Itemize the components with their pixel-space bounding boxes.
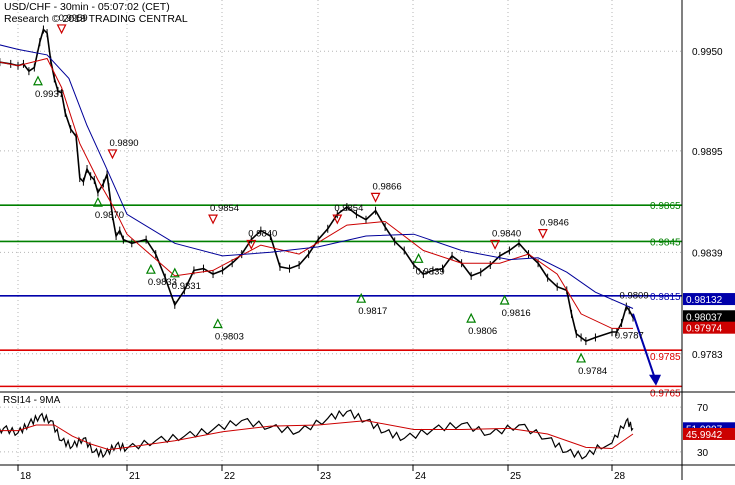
pivot-label: 0.9839 xyxy=(416,266,445,277)
pivot-label: 0.9846 xyxy=(540,218,569,229)
low-marker xyxy=(413,252,424,263)
low-marker xyxy=(499,294,510,305)
high-marker xyxy=(56,24,67,35)
level-label: 0.9845 xyxy=(650,237,681,248)
high-marker xyxy=(370,192,381,203)
pivot-label: 0.9803 xyxy=(215,332,244,343)
pivot-label: 0.9854 xyxy=(210,203,239,214)
level-label: 0.9815 xyxy=(650,292,681,303)
low-marker xyxy=(145,263,156,274)
chart-title: USD/CHF - 30min - 05:07:02 (CET) xyxy=(4,1,170,13)
x-tick-label: 21 xyxy=(129,471,141,480)
pivot-label: 0.9784 xyxy=(578,366,607,377)
level-label: 0.9865 xyxy=(650,201,681,212)
low-marker xyxy=(33,75,43,86)
pivot-label: 0.9937 xyxy=(35,89,64,100)
pivot-label: 0.9870 xyxy=(95,210,124,221)
y-tick-label: 0.9895 xyxy=(692,147,723,158)
price-panel: 0.98650.98450.98150.97850.97650.99370.99… xyxy=(0,0,682,465)
pivot-label: 0.9854 xyxy=(334,203,363,214)
pivot-label: 0.9866 xyxy=(373,181,402,192)
pivot-label: 0.9840 xyxy=(492,229,521,240)
forecast-arrow-head xyxy=(649,374,662,386)
x-tick-label: 23 xyxy=(320,471,332,480)
rsi-ma-line xyxy=(0,420,634,451)
ema-fast-line xyxy=(0,57,633,329)
value-tag-label: 0.97974 xyxy=(686,324,723,335)
pivot-label: 0.9831 xyxy=(172,281,201,292)
level-label: 0.9765 xyxy=(650,388,681,399)
level-label: 0.9785 xyxy=(650,352,681,363)
high-marker xyxy=(208,214,219,225)
copyright-notice: Research © 2018 TRADING CENTRAL xyxy=(4,13,188,25)
low-marker xyxy=(576,352,587,363)
rsi-value-tag-label: 45.9942 xyxy=(686,430,723,441)
price-line xyxy=(0,27,634,343)
pivot-label: 0.9840 xyxy=(248,229,277,240)
pivot-label: 0.9809 xyxy=(620,291,649,302)
x-tick-label: 18 xyxy=(20,471,32,480)
rsi-title: RSI14 - 9MA xyxy=(3,395,61,406)
axes: 0.99500.98950.98390.978318 21 22 23 24 25 280.… xyxy=(0,0,735,482)
value-tag-label: 0.98037 xyxy=(686,312,723,323)
rsi-tick-label: 70 xyxy=(697,403,709,414)
chart-header: USD/CHF - 30min - 05:07:02 (CET) Researc… xyxy=(4,1,188,25)
forecast-arrow-shaft xyxy=(632,313,656,380)
pivot-label: 0.9787 xyxy=(615,331,644,342)
y-tick-label: 0.9783 xyxy=(692,350,723,361)
y-tick-label: 0.9950 xyxy=(692,47,723,58)
pivot-label: 0.9817 xyxy=(358,306,387,317)
pivot-label: 0.9806 xyxy=(468,326,497,337)
x-tick-label: 22 xyxy=(224,471,236,480)
x-tick-label: 24 xyxy=(415,471,427,480)
low-marker xyxy=(466,312,477,323)
low-marker xyxy=(212,318,223,329)
value-tag-label: 0.98132 xyxy=(686,295,723,306)
x-tick-label: 25 xyxy=(510,471,522,480)
high-marker xyxy=(537,229,548,239)
pivot-label: 0.9890 xyxy=(109,138,138,149)
forex-chart: 0.9865 0.9845 0.9815 0.9785 0.9765 0.9937 0.99… xyxy=(0,0,735,482)
pivot-label: 0.9816 xyxy=(502,308,531,319)
x-tick-label: 28 xyxy=(614,471,626,480)
rsi-panel: RSI14 - 9MA xyxy=(0,395,682,460)
y-tick-label: 0.9839 xyxy=(692,248,723,259)
rsi-tick-label: 30 xyxy=(697,448,709,459)
